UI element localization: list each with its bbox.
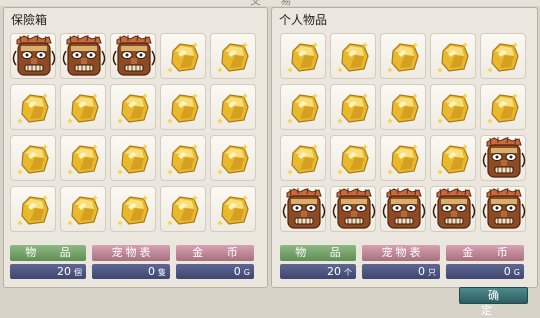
personal-grid: [280, 33, 526, 232]
confirm-button[interactable]: 确 定: [459, 287, 528, 317]
personal-slot-7[interactable]: [330, 84, 376, 130]
storage-slot-20[interactable]: [210, 186, 256, 232]
storage-slot-17[interactable]: [60, 186, 106, 232]
personal-slot-5[interactable]: [480, 33, 526, 79]
storage-slot-8[interactable]: [110, 84, 156, 130]
personal-slot-12[interactable]: [330, 135, 376, 181]
personal-slot-15[interactable]: [480, 135, 526, 181]
storage-slot-13[interactable]: [110, 135, 156, 181]
storage-slot-3[interactable]: [110, 33, 156, 79]
storage-tab-pets[interactable]: 宠物表: [92, 245, 170, 261]
personal-slot-13[interactable]: [380, 135, 426, 181]
storage-slot-11[interactable]: [10, 135, 56, 181]
personal-slot-20[interactable]: [480, 186, 526, 232]
storage-pets-count: 0隻: [92, 264, 170, 279]
storage-slot-5[interactable]: [210, 33, 256, 79]
storage-slot-18[interactable]: [110, 186, 156, 232]
personal-slot-18[interactable]: [380, 186, 426, 232]
personal-tab-pets[interactable]: 宠物表: [362, 245, 440, 261]
personal-slot-2[interactable]: [330, 33, 376, 79]
personal-slot-9[interactable]: [430, 84, 476, 130]
personal-slot-19[interactable]: [430, 186, 476, 232]
storage-items-count: 20 個: [10, 264, 86, 279]
storage-tab-coins[interactable]: 金 币: [176, 245, 254, 261]
storage-slot-9[interactable]: [160, 84, 206, 130]
storage-panel: 保險箱 物 品 宠物表 金 币 20 個 0隻 0G: [3, 7, 268, 288]
storage-values: 20 個 0隻 0G: [10, 264, 254, 279]
storage-tab-items[interactable]: 物 品: [10, 245, 86, 261]
personal-slot-11[interactable]: [280, 135, 326, 181]
storage-slot-4[interactable]: [160, 33, 206, 79]
personal-items-count: 20 个: [280, 264, 356, 279]
personal-panel-title: 个人物品: [279, 13, 328, 27]
storage-grid: [10, 33, 256, 232]
personal-pets-count: 0只: [362, 264, 440, 279]
storage-panel-title: 保險箱: [11, 13, 48, 27]
storage-slot-14[interactable]: [160, 135, 206, 181]
storage-slot-15[interactable]: [210, 135, 256, 181]
personal-slot-4[interactable]: [430, 33, 476, 79]
storage-slot-19[interactable]: [160, 186, 206, 232]
personal-values: 20 个 0只 0G: [280, 264, 524, 279]
storage-slot-10[interactable]: [210, 84, 256, 130]
personal-slot-17[interactable]: [330, 186, 376, 232]
storage-slot-6[interactable]: [10, 84, 56, 130]
storage-slot-1[interactable]: [10, 33, 56, 79]
personal-tab-items[interactable]: 物 品: [280, 245, 356, 261]
personal-tab-coins[interactable]: 金 币: [446, 245, 524, 261]
personal-tabs: 物 品 宠物表 金 币: [280, 245, 524, 261]
personal-slot-8[interactable]: [380, 84, 426, 130]
storage-coins-count: 0G: [176, 264, 254, 279]
storage-slot-12[interactable]: [60, 135, 106, 181]
personal-slot-1[interactable]: [280, 33, 326, 79]
personal-slot-14[interactable]: [430, 135, 476, 181]
storage-slot-16[interactable]: [10, 186, 56, 232]
storage-slot-7[interactable]: [60, 84, 106, 130]
storage-slot-2[interactable]: [60, 33, 106, 79]
personal-slot-16[interactable]: [280, 186, 326, 232]
personal-slot-3[interactable]: [380, 33, 426, 79]
personal-panel: 个人物品 物 品 宠物表 金 币 20 个 0只 0G: [271, 7, 538, 288]
personal-slot-10[interactable]: [480, 84, 526, 130]
personal-coins-count: 0G: [446, 264, 524, 279]
storage-tabs: 物 品 宠物表 金 币: [10, 245, 254, 261]
personal-slot-6[interactable]: [280, 84, 326, 130]
